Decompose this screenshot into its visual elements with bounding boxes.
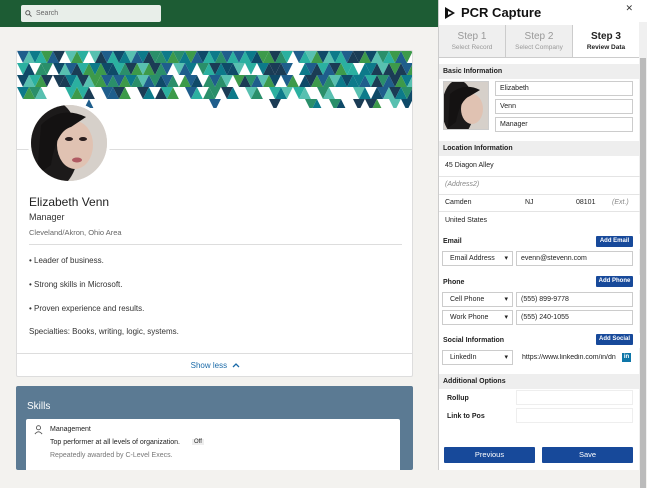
tab-step-3[interactable]: Step 3 Review Data [573, 25, 640, 57]
previous-button[interactable]: Previous [444, 447, 535, 463]
skill-description: Top performer at all levels of organizat… [50, 439, 180, 446]
step-label: Select Company [515, 44, 563, 51]
scrollbar-thumb[interactable] [640, 58, 646, 488]
email-type-select[interactable]: Email Address [442, 251, 513, 266]
add-social-button[interactable]: Add Social [596, 334, 633, 345]
link-to-pos-label: Link to Pos [447, 413, 485, 420]
profile-card: Elizabeth Venn Manager Cleveland/Akron, … [16, 50, 413, 377]
city-field[interactable]: Camden [445, 199, 471, 206]
search-input[interactable]: Search [21, 5, 161, 22]
panel-title: PCR Capture [461, 5, 542, 20]
first-name-field[interactable]: Elizabeth [495, 81, 633, 96]
state-field[interactable]: NJ [525, 199, 534, 206]
additional-options-heading: Additional Options [439, 374, 640, 389]
last-name-field[interactable]: Venn [495, 99, 633, 114]
phone-field[interactable]: (555) 240-1055 [516, 310, 633, 325]
close-icon[interactable]: ✕ [625, 3, 633, 14]
search-placeholder: Search [36, 10, 59, 17]
link-to-pos-field[interactable] [516, 408, 633, 423]
skill-note: Repeatedly awarded by C-Level Execs. [50, 452, 173, 459]
show-less-label: Show less [190, 361, 228, 370]
step-tabs: Step 1 Select Record Step 2 Select Company… [439, 25, 640, 58]
chevron-up-icon [232, 363, 240, 368]
banner-pattern [17, 51, 412, 108]
profile-banner [17, 51, 412, 108]
pcr-logo-icon [445, 6, 455, 19]
skill-badge: Off [192, 439, 204, 445]
scrollbar[interactable] [639, 22, 647, 488]
profile-location: Cleveland/Akron, Ohio Area [29, 228, 122, 237]
step-label: Review Data [586, 44, 626, 51]
add-email-button[interactable]: Add Email [596, 236, 633, 247]
search-icon [25, 10, 32, 17]
pcr-capture-panel: PCR Capture ✕ Step 1 Select Record Step 2… [438, 0, 647, 488]
basic-info-heading: Basic Information [439, 64, 640, 79]
ext-field[interactable]: (Ext.) [612, 199, 629, 206]
rollup-field[interactable] [516, 390, 633, 405]
social-url-field[interactable]: https://www.linkedin.com/in/dn [522, 354, 626, 361]
show-less-button[interactable]: Show less [17, 353, 412, 376]
step-number: Step 1 [457, 31, 487, 42]
skills-title: Skills [27, 401, 51, 412]
divider [29, 244, 402, 245]
location-info-heading: Location Information [439, 141, 640, 156]
phone-field[interactable]: (555) 899-9778 [516, 292, 633, 307]
profile-title: Manager [29, 212, 65, 222]
top-bar: Search [0, 0, 438, 27]
zip-field[interactable]: 08101 [576, 199, 595, 206]
specialties-text: Specialties: Books, writing, logic, syst… [29, 327, 179, 336]
linkedin-icon: in [622, 353, 631, 362]
social-type-select[interactable]: LinkedIn [442, 350, 513, 365]
step-number: Step 2 [524, 31, 554, 42]
job-title-field[interactable]: Manager [495, 117, 633, 132]
contact-photo [443, 81, 489, 130]
step-number: Step 3 [590, 31, 621, 42]
email-field[interactable]: evenn@stevenn.com [516, 251, 633, 266]
person-icon [34, 425, 43, 435]
phone-type-select[interactable]: Work Phone [442, 310, 513, 325]
rollup-label: Rollup [447, 395, 469, 402]
step-label: Select Record [451, 44, 493, 51]
address2-field[interactable]: (Address2) [445, 181, 479, 188]
summary-bullet: • Proven experience and results. [29, 304, 145, 313]
summary-bullet: • Leader of business. [29, 256, 104, 265]
save-button[interactable]: Save [542, 447, 633, 463]
skill-name: Management [50, 426, 91, 433]
tab-step-1[interactable]: Step 1 Select Record [439, 25, 506, 57]
phone-type-select[interactable]: Cell Phone [442, 292, 513, 307]
address1-field[interactable]: 45 Diagon Alley [445, 162, 494, 169]
avatar [28, 102, 110, 184]
tab-step-2[interactable]: Step 2 Select Company [506, 25, 573, 57]
skill-card: Management Top performer at all levels o… [26, 419, 400, 470]
panel-header: PCR Capture [443, 5, 541, 20]
skills-section: Skills Management Top performer at all l… [16, 386, 413, 470]
profile-name: Elizabeth Venn [29, 195, 110, 209]
summary-bullet: • Strong skills in Microsoft. [29, 280, 123, 289]
country-field[interactable]: United States [445, 217, 487, 224]
add-phone-button[interactable]: Add Phone [596, 276, 633, 287]
